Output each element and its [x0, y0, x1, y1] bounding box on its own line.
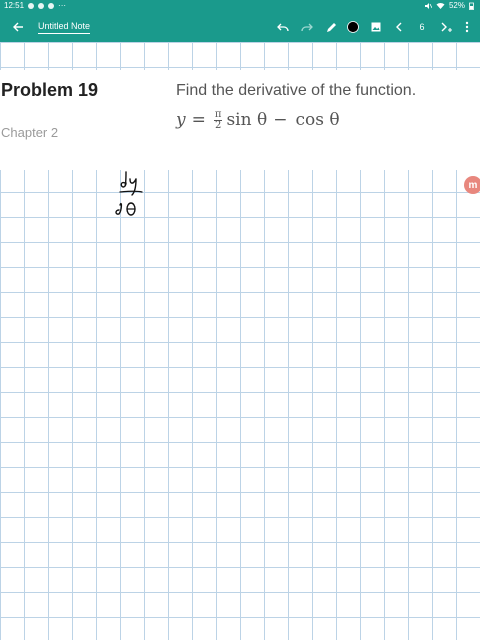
redo-button[interactable] — [298, 12, 316, 42]
insert-image-button[interactable] — [368, 12, 384, 42]
status-bar: 12:51 ··· 52% — [0, 0, 480, 12]
mute-icon — [424, 2, 432, 10]
page-number: 6 — [419, 22, 425, 32]
toolbar: Untitled Note 6 — [0, 12, 480, 42]
note-title[interactable]: Untitled Note — [38, 21, 91, 34]
status-time: 12:51 — [4, 1, 25, 10]
notification-icon — [38, 3, 45, 9]
undo-icon — [277, 22, 289, 32]
chevron-left-icon — [395, 22, 403, 32]
next-add-page-button[interactable] — [438, 12, 454, 42]
page-number-indicator[interactable]: 6 — [414, 12, 430, 42]
battery-level: 52% — [448, 1, 465, 10]
previous-page-button[interactable] — [392, 12, 406, 42]
equation-term-sin: sin θ — [226, 110, 268, 130]
handwritten-dy-dtheta — [110, 165, 150, 230]
chapter-label: Chapter 2 — [1, 125, 59, 140]
more-vert-icon — [465, 21, 469, 33]
notification-icon — [48, 3, 55, 9]
image-icon — [371, 22, 381, 32]
color-dot-icon — [347, 21, 359, 33]
notification-icon — [28, 3, 35, 9]
side-badge-label: m — [468, 179, 478, 191]
page-add-icon — [440, 22, 452, 33]
problem-equation: y = π 2 sin θ − cos θ — [176, 106, 340, 134]
status-left: 12:51 ··· — [4, 0, 66, 12]
redo-icon — [301, 22, 313, 32]
side-badge[interactable]: m — [464, 176, 480, 194]
pen-tool-button[interactable] — [322, 12, 340, 42]
status-more: ··· — [58, 1, 67, 10]
fraction-numerator: π — [213, 108, 223, 121]
equation-minus: − — [273, 110, 288, 130]
more-options-button[interactable] — [460, 12, 474, 42]
undo-button[interactable] — [274, 12, 292, 42]
problem-instruction: Find the derivative of the function. — [176, 82, 417, 99]
wifi-icon — [436, 2, 445, 10]
equation-term-cos: cos θ — [295, 110, 340, 130]
equation-lhs: y — [176, 110, 186, 130]
problem-title: Problem 19 — [1, 80, 99, 100]
back-button[interactable] — [8, 12, 28, 42]
status-right: 52% — [424, 0, 474, 12]
back-arrow-icon — [12, 21, 24, 33]
battery-icon — [469, 2, 474, 10]
color-picker-button[interactable] — [345, 12, 361, 42]
equation-fraction: π 2 — [213, 108, 223, 131]
fraction-denominator: 2 — [214, 119, 222, 131]
pen-icon — [326, 22, 337, 33]
equation-equals: = — [191, 110, 206, 130]
